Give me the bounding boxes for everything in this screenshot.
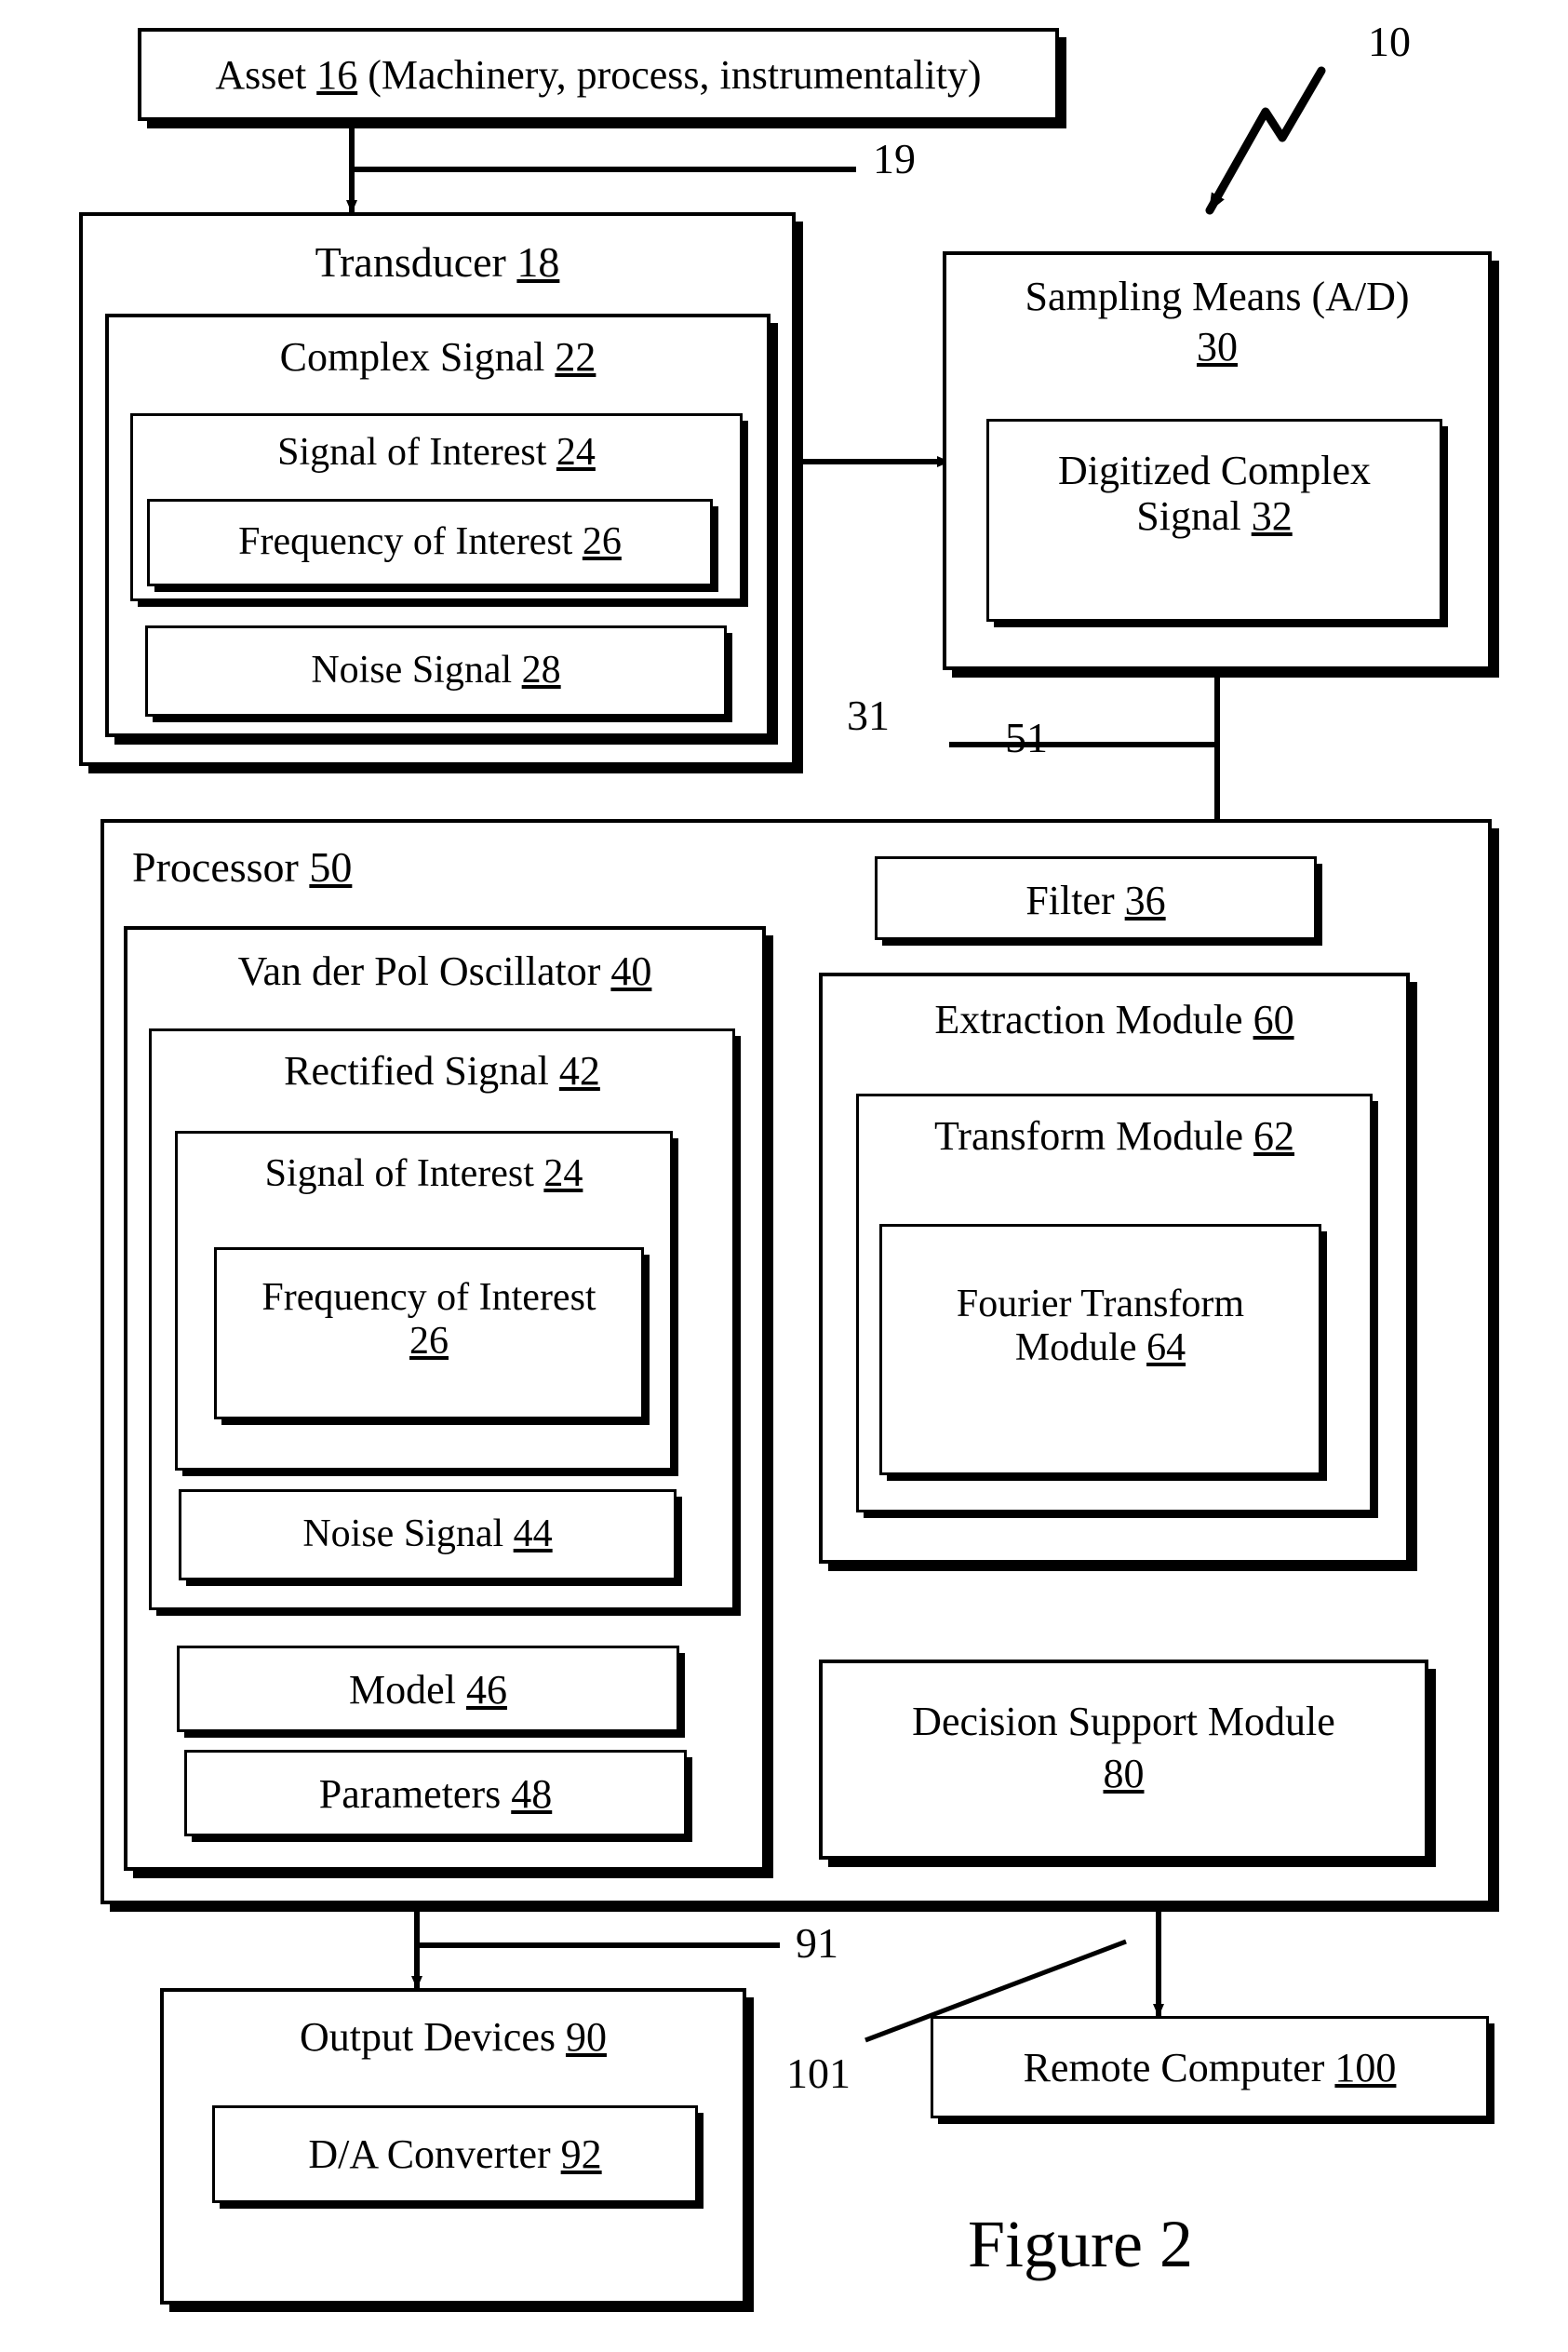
digitized-complex-signal-label: Digitized Complex Signal 32 — [1057, 448, 1372, 540]
signal-of-interest-label-top: Signal of Interest 24 — [277, 431, 596, 474]
processor-label: Processor 50 — [132, 843, 353, 891]
extraction-module-label: Extraction Module 60 — [934, 997, 1294, 1042]
vdp-oscillator-label: Van der Pol Oscillator 40 — [237, 948, 652, 994]
sampling-means-label: Sampling Means (A/D) — [1025, 274, 1410, 319]
output-devices-label: Output Devices 90 — [300, 2014, 607, 2060]
noise-signal-box-bottom: Noise Signal 44 — [179, 1489, 677, 1580]
decision-support-module-label: Decision Support Module — [912, 1699, 1335, 1744]
frequency-of-interest-label-top: Frequency of Interest 26 — [238, 520, 622, 563]
model-label: Model 46 — [349, 1667, 507, 1713]
parameters-label: Parameters 48 — [318, 1771, 553, 1817]
connector-label-31: 31 — [847, 692, 890, 739]
remote-computer-box: Remote Computer 100 — [931, 2016, 1489, 2118]
filter-label: Filter 36 — [1025, 878, 1166, 923]
asset-box: Asset 16 (Machinery, process, instrument… — [138, 28, 1059, 121]
frequency-of-interest-box-bottom: Frequency of Interest 26 — [214, 1247, 644, 1419]
decision-support-module-ref: 80 — [1103, 1751, 1145, 1796]
asset-label: Asset 16 (Machinery, process, instrument… — [215, 52, 982, 98]
transducer-label: Transducer 18 — [315, 238, 560, 286]
connector-label-91: 91 — [796, 1919, 838, 1967]
da-converter-label: D/A Converter 92 — [308, 2131, 602, 2177]
fourier-transform-module-box: Fourier Transform Module 64 — [879, 1224, 1321, 1475]
rectified-signal-label: Rectified Signal 42 — [284, 1048, 600, 1094]
remote-computer-label: Remote Computer 100 — [1023, 2045, 1397, 2090]
da-converter-box: D/A Converter 92 — [212, 2105, 698, 2203]
signal-of-interest-label-bottom: Signal of Interest 24 — [264, 1152, 583, 1195]
noise-signal-box-top: Noise Signal 28 — [145, 625, 727, 717]
frequency-of-interest-box-top: Frequency of Interest 26 — [147, 499, 713, 586]
parameters-box: Parameters 48 — [184, 1750, 687, 1836]
connector-label-19: 19 — [873, 135, 916, 182]
decision-support-module-box: Decision Support Module 80 — [819, 1660, 1428, 1860]
noise-signal-label-top: Noise Signal 28 — [311, 649, 561, 692]
connector-label-101: 101 — [786, 2050, 851, 2097]
digitized-complex-signal-box: Digitized Complex Signal 32 — [986, 419, 1442, 622]
fourier-transform-module-label: Fourier Transform Module 64 — [956, 1283, 1245, 1370]
connector-label-51: 51 — [1005, 714, 1048, 761]
patent-figure-page: 10 Asset 16 (Machinery, process, instrum… — [0, 0, 1568, 2352]
transform-module-label: Transform Module 62 — [933, 1113, 1295, 1159]
filter-box: Filter 36 — [875, 856, 1317, 940]
reference-number-10: 10 — [1368, 18, 1411, 65]
complex-signal-label: Complex Signal 22 — [279, 334, 596, 380]
model-box: Model 46 — [177, 1646, 679, 1732]
noise-signal-label-bottom: Noise Signal 44 — [302, 1512, 553, 1555]
sampling-means-ref: 30 — [1197, 324, 1238, 370]
figure-caption: Figure 2 — [968, 2207, 1193, 2281]
frequency-of-interest-label-bottom: Frequency of Interest 26 — [261, 1276, 596, 1364]
